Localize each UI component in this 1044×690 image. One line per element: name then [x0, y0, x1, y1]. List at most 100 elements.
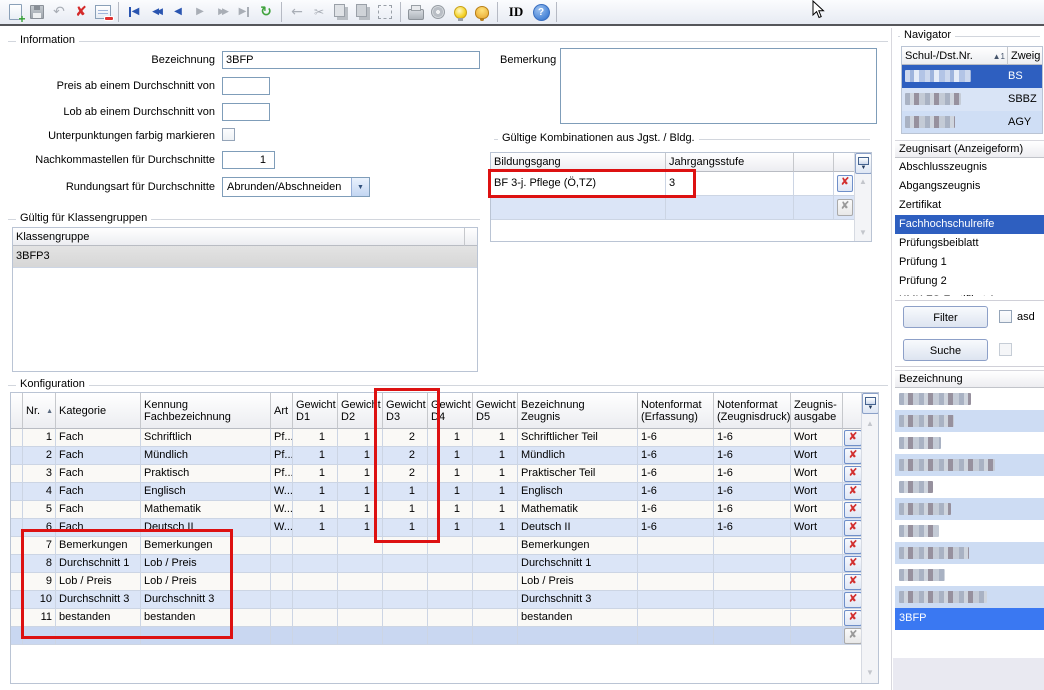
row-selector-cell[interactable]	[11, 483, 23, 501]
row-selector-cell[interactable]	[11, 429, 23, 447]
zeugnisart-item[interactable]: Fachhochschulreife	[895, 215, 1044, 234]
notenformat-erfassung-cell[interactable]	[638, 591, 714, 609]
gewicht-d1-cell[interactable]: 1	[293, 501, 338, 519]
gewicht-d3-cell[interactable]: 1	[383, 519, 428, 537]
col-header-notenformat-zeugnisdruck[interactable]: Notenformat(Zeugnisdruck)	[714, 393, 791, 429]
kennung-cell[interactable]: Mathematik	[141, 501, 271, 519]
gewicht-d2-cell[interactable]: 1	[338, 519, 383, 537]
school-number-cell[interactable]	[902, 111, 1008, 134]
col-header-gewicht-d4[interactable]: GewichtD4	[428, 393, 473, 429]
kombinationen-scrollbar[interactable]: ▼ ▲ ▼	[854, 153, 871, 241]
gewicht-d3-cell[interactable]	[383, 555, 428, 573]
zeugnisart-item[interactable]: Prüfungsbeiblatt	[895, 234, 1044, 253]
nr-cell[interactable]: 7	[23, 537, 56, 555]
bezeichnung-zeugnis-cell[interactable]: Deutsch II	[518, 519, 638, 537]
gewicht-d5-cell[interactable]	[473, 537, 518, 555]
gewicht-d1-cell[interactable]	[293, 591, 338, 609]
nr-cell[interactable]: 6	[23, 519, 56, 537]
art-cell[interactable]: Pf...	[271, 447, 293, 465]
scroll-up-icon[interactable]: ▲	[862, 419, 878, 428]
konfiguration-row[interactable]: 5 Fach Mathematik W... 1 1 1 1 1 Mathema…	[11, 501, 863, 519]
zeugnisart-item[interactable]: Zertifikat	[895, 196, 1044, 215]
gewicht-d2-cell[interactable]: 1	[338, 429, 383, 447]
notification-bell-icon[interactable]	[471, 1, 493, 23]
notenformat-zeugnisdruck-cell[interactable]	[714, 537, 791, 555]
bezeichnung-item[interactable]	[895, 498, 1044, 520]
gewicht-d1-cell[interactable]	[293, 609, 338, 627]
row-selector-cell[interactable]	[11, 627, 23, 645]
bezeichnung-zeugnis-cell[interactable]: Englisch	[518, 483, 638, 501]
kennung-cell[interactable]: Bemerkungen	[141, 537, 271, 555]
klassengruppe-cell[interactable]: 3BFP3	[13, 246, 477, 268]
gewicht-d5-cell[interactable]: 1	[473, 483, 518, 501]
notenformat-erfassung-cell[interactable]: 1-6	[638, 447, 714, 465]
gewicht-d4-cell[interactable]	[428, 537, 473, 555]
bezeichnung-zeugnis-cell[interactable]: Praktischer Teil	[518, 465, 638, 483]
kategorie-cell[interactable]: Durchschnitt 1	[56, 555, 141, 573]
last-record-icon[interactable]: ▶	[233, 1, 255, 23]
kategorie-cell[interactable]: Fach	[56, 519, 141, 537]
konfiguration-row[interactable]: 2 Fach Mündlich Pf... 1 1 2 1 1 Mündlich…	[11, 447, 863, 465]
row-selector-cell[interactable]	[11, 465, 23, 483]
konfiguration-row[interactable]: 4 Fach Englisch W... 1 1 1 1 1 Englisch …	[11, 483, 863, 501]
zeugnisausgabe-cell[interactable]: Wort	[791, 447, 843, 465]
konfiguration-scrollbar[interactable]: ▼ ▲ ▼	[861, 393, 878, 683]
gewicht-d4-cell[interactable]	[428, 591, 473, 609]
kategorie-cell[interactable]: Lob / Preis	[56, 573, 141, 591]
gewicht-d2-cell[interactable]	[338, 609, 383, 627]
zeugnisausgabe-cell[interactable]	[791, 573, 843, 591]
suche-button[interactable]: Suche	[903, 339, 988, 361]
gewicht-d2-cell[interactable]	[338, 591, 383, 609]
notenformat-erfassung-cell[interactable]: 1-6	[638, 501, 714, 519]
notenformat-zeugnisdruck-cell[interactable]: 1-6	[714, 519, 791, 537]
back-arrow-icon[interactable]: ←	[286, 1, 308, 23]
gewicht-d5-cell[interactable]	[473, 591, 518, 609]
gewicht-d2-cell[interactable]	[338, 537, 383, 555]
zeugnisausgabe-cell[interactable]	[791, 591, 843, 609]
gewicht-d1-cell[interactable]	[293, 555, 338, 573]
chevron-down-icon[interactable]: ▼	[351, 178, 369, 196]
nr-cell[interactable]: 10	[23, 591, 56, 609]
gewicht-d4-cell[interactable]: 1	[428, 429, 473, 447]
rundung-select[interactable]: Abrunden/Abschneiden ▼	[222, 177, 370, 197]
notenformat-zeugnisdruck-cell[interactable]: 1-6	[714, 483, 791, 501]
gewicht-d5-cell[interactable]	[473, 555, 518, 573]
gewicht-d5-cell[interactable]	[473, 609, 518, 627]
bezeichnung-input[interactable]	[222, 51, 480, 69]
zeugnisausgabe-cell[interactable]: Wort	[791, 519, 843, 537]
kombination-row[interactable]: ✘	[491, 196, 856, 220]
gewicht-d5-cell[interactable]: 1	[473, 429, 518, 447]
disc-icon[interactable]	[427, 1, 449, 23]
bezeichnung-item[interactable]	[895, 542, 1044, 564]
hint-bulb-icon[interactable]	[449, 1, 471, 23]
konfiguration-row[interactable]: 7 Bemerkungen Bemerkungen Bemerkungen ✘	[11, 537, 863, 555]
zeugnisart-item[interactable]: KMK FS-Zertifikat 1	[895, 291, 1044, 296]
kennung-cell[interactable]: bestanden	[141, 609, 271, 627]
gewicht-d3-cell[interactable]: 2	[383, 429, 428, 447]
preis-input[interactable]	[222, 77, 270, 95]
kategorie-cell[interactable]	[56, 627, 141, 645]
nr-cell[interactable]: 4	[23, 483, 56, 501]
gewicht-d1-cell[interactable]	[293, 573, 338, 591]
kategorie-cell[interactable]: Fach	[56, 483, 141, 501]
gewicht-d5-cell[interactable]: 1	[473, 519, 518, 537]
notenformat-erfassung-cell[interactable]	[638, 609, 714, 627]
gewicht-d4-cell[interactable]	[428, 555, 473, 573]
unterpunktungen-checkbox[interactable]	[222, 128, 235, 141]
art-cell[interactable]	[271, 537, 293, 555]
school-row[interactable]: SBBZ	[902, 88, 1042, 111]
kennung-cell[interactable]: Lob / Preis	[141, 573, 271, 591]
undo-icon[interactable]: ↶	[48, 1, 70, 23]
kategorie-cell[interactable]: bestanden	[56, 609, 141, 627]
zeugnisart-item[interactable]: Abgangszeugnis	[895, 177, 1044, 196]
previous-record-icon[interactable]: ◀	[167, 1, 189, 23]
bezeichnung-item[interactable]	[895, 410, 1044, 432]
zweig-cell[interactable]: BS	[1008, 65, 1043, 90]
bezeichnung-item[interactable]	[895, 564, 1044, 586]
gewicht-d4-cell[interactable]: 1	[428, 483, 473, 501]
notenformat-erfassung-cell[interactable]: 1-6	[638, 483, 714, 501]
col-header-zweig[interactable]: Zweig	[1008, 47, 1043, 65]
scroll-up-icon[interactable]: ▲	[855, 177, 871, 186]
gewicht-d1-cell[interactable]: 1	[293, 465, 338, 483]
delete-row-button[interactable]: ✘	[844, 628, 862, 644]
